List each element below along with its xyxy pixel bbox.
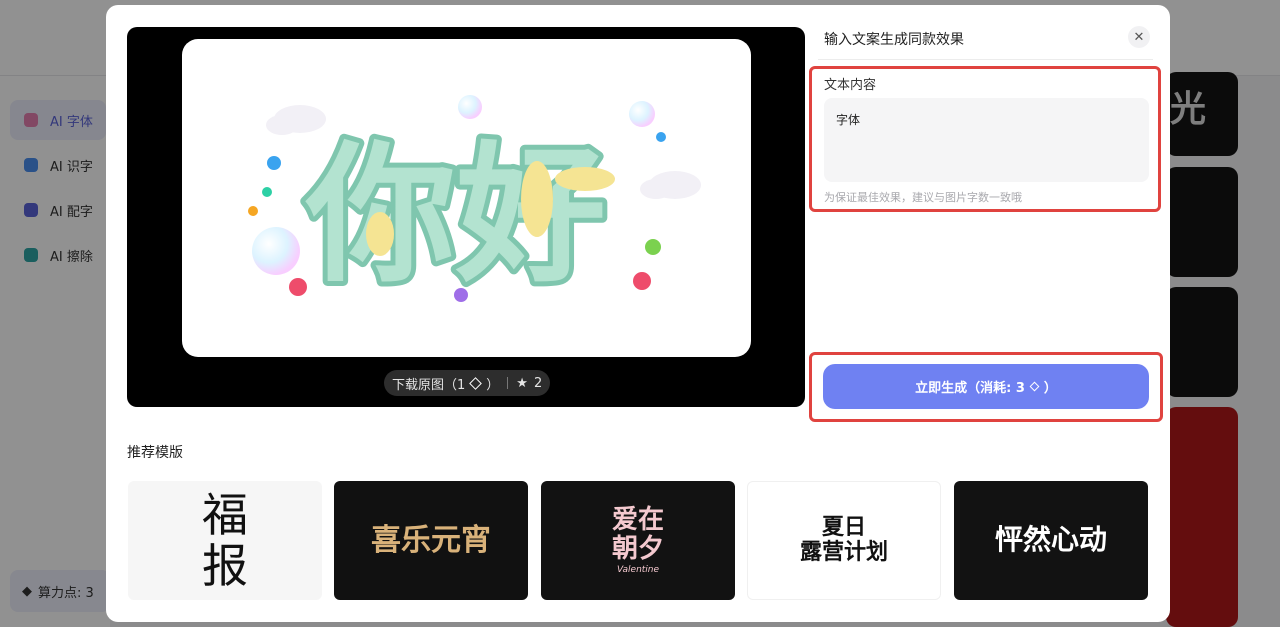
close-button[interactable]: ✕	[1128, 26, 1150, 48]
gem-icon	[469, 376, 483, 390]
generate-label: 立即生成（消耗: 3	[915, 381, 1025, 396]
template-card-camping[interactable]: 夏日 露营计划	[747, 481, 941, 600]
modal-title: 输入文案生成同款效果	[824, 32, 964, 48]
preview-image: 你好 你好	[182, 39, 751, 357]
template-subtext: Valentine	[616, 565, 660, 576]
download-label-suffix: ）	[486, 377, 500, 393]
template-text: 夏日 露营计划	[799, 515, 888, 565]
text-content-hint: 为保证最佳效果，建议与图片字数一致哦	[824, 191, 1022, 204]
generate-modal: 你好 你好 下载原图（1 ） ★ 2 输入文案生成同款效果 ✕ 文本内容 字体 …	[106, 5, 1170, 622]
template-card-fu-bao[interactable]: 福 报	[128, 481, 322, 600]
gem-icon	[1029, 381, 1040, 392]
fuzzy-text-illustration: 你好 你好	[248, 95, 701, 308]
preview-area: 你好 你好 下载原图（1 ） ★ 2	[127, 27, 805, 407]
text-content-field[interactable]: 字体	[824, 98, 1149, 182]
generate-label-suffix: ）	[1043, 381, 1057, 396]
divider	[507, 377, 509, 389]
generate-section: 立即生成（消耗: 3 ）	[809, 352, 1163, 422]
download-label: 下载原图（1	[392, 377, 466, 393]
text-content-label: 文本内容	[824, 78, 877, 93]
download-original-button[interactable]: 下载原图（1 ） ★ 2	[384, 370, 551, 396]
recommend-title: 推荐模版	[127, 445, 183, 461]
template-text: 怦然心动	[994, 523, 1107, 557]
template-card-heartbeat[interactable]: 怦然心动	[954, 481, 1148, 600]
template-text: 爱在 朝夕	[611, 504, 664, 564]
generate-button[interactable]: 立即生成（消耗: 3 ）	[823, 364, 1149, 409]
template-text: 喜乐元宵	[371, 523, 491, 558]
star-icon: ★	[516, 375, 528, 391]
text-content-section: 文本内容 字体 为保证最佳效果，建议与图片字数一致哦	[809, 66, 1161, 212]
template-card-valentine[interactable]: 爱在 朝夕 Valentine	[541, 481, 735, 600]
preview-headline: 你好	[305, 129, 606, 303]
template-text: 福 报	[202, 487, 248, 593]
close-icon: ✕	[1133, 29, 1145, 45]
text-content-input[interactable]: 字体	[824, 98, 1149, 182]
star-count: 2	[533, 375, 543, 391]
template-card-lantern[interactable]: 喜乐元宵	[334, 481, 528, 600]
title-divider	[818, 59, 1153, 60]
